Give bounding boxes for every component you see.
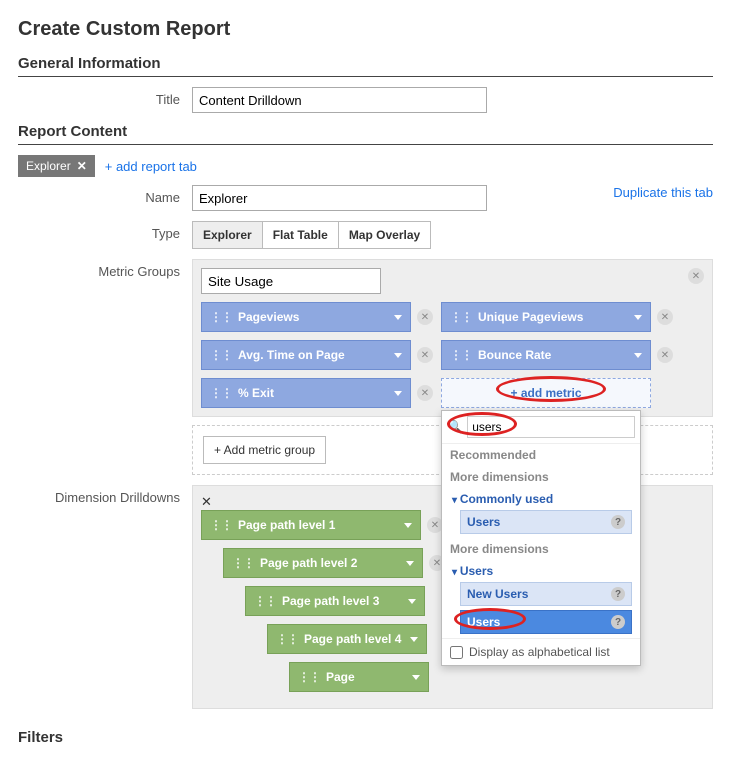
type-flat-table-button[interactable]: Flat Table: [263, 222, 339, 248]
type-toggle-group: Explorer Flat Table Map Overlay: [192, 221, 431, 249]
metric-avg-time-on-page[interactable]: ⋮⋮Avg. Time on Page: [201, 340, 411, 370]
chevron-down-icon: [634, 353, 642, 358]
chevron-down-icon: [394, 353, 402, 358]
tab-name-input[interactable]: [192, 185, 487, 211]
dimension-page-path-level-1[interactable]: ⋮⋮Page path level 1: [201, 510, 421, 540]
drag-handle-icon[interactable]: ⋮⋮: [298, 670, 320, 684]
chevron-down-icon: [634, 315, 642, 320]
dropdown-section-more-dimensions-2: More dimensions: [442, 538, 640, 560]
dropdown-section-recommended: Recommended: [442, 444, 640, 466]
dimension-page[interactable]: ⋮⋮Page: [289, 662, 429, 692]
metric-groups-label: Metric Groups: [18, 259, 192, 279]
drag-handle-icon[interactable]: ⋮⋮: [450, 348, 472, 362]
remove-metric-icon[interactable]: ✕: [417, 385, 433, 401]
metric-bounce-rate[interactable]: ⋮⋮Bounce Rate: [441, 340, 651, 370]
dropdown-section-more-dimensions: More dimensions: [442, 466, 640, 488]
type-explorer-button[interactable]: Explorer: [193, 222, 263, 248]
report-tab-explorer[interactable]: Explorer ✕: [18, 155, 95, 177]
chevron-down-icon: [406, 561, 414, 566]
dimension-page-path-level-4[interactable]: ⋮⋮Page path level 4: [267, 624, 427, 654]
drag-handle-icon[interactable]: ⋮⋮: [210, 518, 232, 532]
chevron-down-icon: [412, 675, 420, 680]
drag-handle-icon[interactable]: ⋮⋮: [450, 310, 472, 324]
chevron-down-icon: [394, 391, 402, 396]
metric-unique-pageviews[interactable]: ⋮⋮Unique Pageviews: [441, 302, 651, 332]
drag-handle-icon[interactable]: ⋮⋮: [276, 632, 298, 646]
help-icon[interactable]: ?: [611, 615, 625, 629]
duplicate-tab-link[interactable]: Duplicate this tab: [613, 185, 713, 200]
add-report-tab-link[interactable]: + add report tab: [105, 159, 197, 174]
type-label: Type: [18, 221, 192, 241]
help-icon[interactable]: ?: [611, 587, 625, 601]
chevron-down-icon: [394, 315, 402, 320]
dimension-page-path-level-2[interactable]: ⋮⋮Page path level 2: [223, 548, 423, 578]
drag-handle-icon[interactable]: ⋮⋮: [210, 310, 232, 324]
close-tab-icon[interactable]: ✕: [77, 159, 87, 173]
remove-metric-icon[interactable]: ✕: [657, 347, 673, 363]
chevron-down-icon: [410, 637, 418, 642]
drag-handle-icon[interactable]: ⋮⋮: [232, 556, 254, 570]
dimension-page-path-level-3[interactable]: ⋮⋮Page path level 3: [245, 586, 425, 616]
dropdown-item-users-selected[interactable]: Users?: [460, 610, 632, 634]
dropdown-item-new-users[interactable]: New Users?: [460, 582, 632, 606]
dropdown-category-commonly-used[interactable]: Commonly used: [442, 488, 640, 510]
remove-metric-icon[interactable]: ✕: [417, 347, 433, 363]
dropdown-category-users[interactable]: Users: [442, 560, 640, 582]
page-title: Create Custom Report: [18, 18, 713, 41]
drag-handle-icon[interactable]: ⋮⋮: [210, 348, 232, 362]
name-label: Name: [18, 185, 192, 205]
metric-dropdown: 🔍 Recommended More dimensions Commonly u…: [441, 410, 641, 666]
section-general-info: General Information: [18, 55, 713, 77]
title-label: Title: [18, 87, 192, 107]
add-metric-button[interactable]: + add metric: [441, 378, 651, 408]
drag-handle-icon[interactable]: ⋮⋮: [210, 386, 232, 400]
metric-percent-exit[interactable]: ⋮⋮% Exit: [201, 378, 411, 408]
dropdown-item-users[interactable]: Users?: [460, 510, 632, 534]
section-filters: Filters: [18, 729, 713, 750]
alpha-list-checkbox[interactable]: [450, 646, 463, 659]
add-metric-group-button[interactable]: + Add metric group: [203, 436, 326, 464]
chevron-down-icon: [408, 599, 416, 604]
type-map-overlay-button[interactable]: Map Overlay: [339, 222, 430, 248]
metric-search-input[interactable]: [467, 416, 635, 438]
remove-metric-group-icon[interactable]: ✕: [688, 268, 704, 284]
drag-handle-icon[interactable]: ⋮⋮: [254, 594, 276, 608]
metric-group-name-input[interactable]: [201, 268, 381, 294]
title-input[interactable]: [192, 87, 487, 113]
search-icon: 🔍: [447, 419, 463, 435]
metric-pageviews[interactable]: ⋮⋮Pageviews: [201, 302, 411, 332]
alpha-list-label: Display as alphabetical list: [469, 645, 610, 659]
dimension-drilldowns-label: Dimension Drilldowns: [18, 485, 192, 505]
metric-group-panel: ✕ ⋮⋮Pageviews ✕ ⋮⋮Unique Pageviews ✕ ⋮⋮Avg…: [192, 259, 713, 417]
help-icon[interactable]: ?: [611, 515, 625, 529]
remove-metric-icon[interactable]: ✕: [657, 309, 673, 325]
remove-drilldown-group-icon[interactable]: ✕: [201, 494, 212, 509]
section-report-content: Report Content: [18, 123, 713, 145]
remove-metric-icon[interactable]: ✕: [417, 309, 433, 325]
chevron-down-icon: [404, 523, 412, 528]
